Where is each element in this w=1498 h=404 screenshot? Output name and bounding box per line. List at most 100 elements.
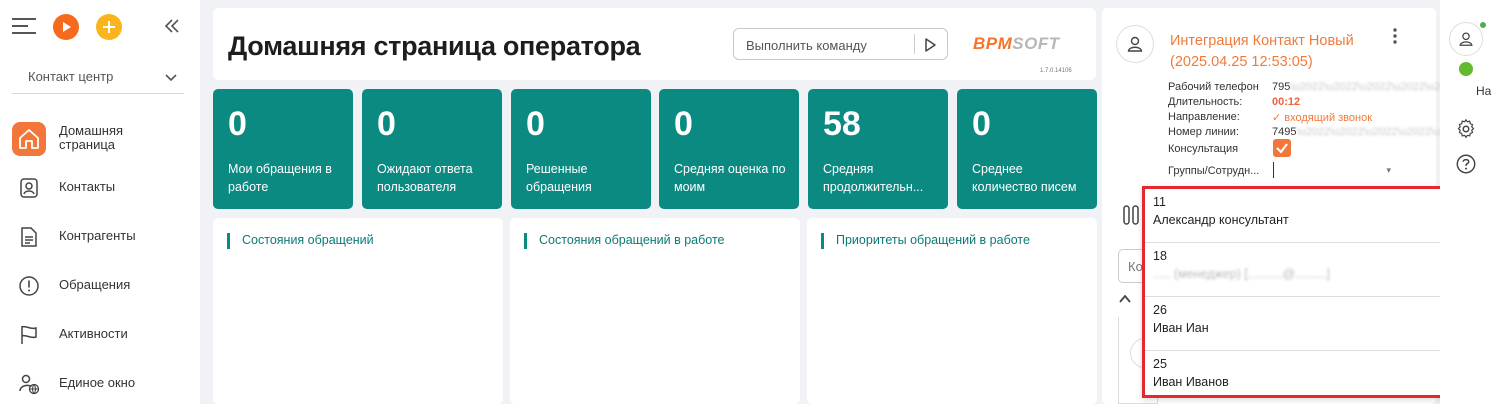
option-name: Иван Иан [1153, 321, 1209, 335]
sidebar-item-accounts[interactable]: Контрагенты [0, 216, 200, 265]
collapse-sidebar-icon[interactable] [162, 16, 182, 36]
page-title: Домашняя страница оператора [228, 31, 641, 61]
kpi-value: 0 [377, 105, 396, 143]
phone-value-text: 795 [1272, 81, 1291, 93]
command-box [733, 28, 948, 60]
widget-case-priorities: Приоритеты обращений в работе [807, 218, 1097, 404]
divider [914, 34, 915, 54]
widget-case-states: Состояния обращений [213, 218, 503, 404]
groups-lookup-input[interactable]: ▾ [1273, 162, 1395, 178]
widget-title: Состояния обращений в работе [539, 233, 725, 247]
sidebar-item-label: Контрагенты [59, 228, 136, 243]
home-icon [12, 122, 46, 156]
kpi-tiles: 0 Мои обращения в работе 0 Ожидают ответ… [213, 89, 1097, 209]
kpi-value: 0 [526, 105, 545, 143]
profile-icon[interactable] [1449, 22, 1483, 56]
line-value-text: 7495 [1272, 126, 1297, 138]
kpi-tile[interactable]: 0 Ожидают ответа пользователя [362, 89, 502, 209]
duration-value: 00:12 [1272, 96, 1301, 108]
logo-rest: SOFT [1012, 34, 1060, 53]
widget-accent-bar [821, 233, 824, 249]
kpi-value: 0 [972, 105, 991, 143]
kpi-value: 0 [674, 105, 693, 143]
page-header: Домашняя страница оператора BPMSOFT 1.7.… [213, 8, 1096, 80]
user-globe-icon [12, 367, 46, 401]
alert-circle-icon [12, 269, 46, 303]
kpi-tile[interactable]: 0 Среднее количество писем [957, 89, 1097, 209]
dropdown-arrow-icon: ▾ [1386, 165, 1391, 175]
groups-dropdown-list: 11 Александр консультант 18 ..... (менед… [1142, 186, 1481, 398]
command-input[interactable] [746, 35, 906, 55]
sidebar-item-activities[interactable]: Активности [0, 314, 200, 363]
option-name: Александр консультант [1153, 213, 1289, 227]
flag-icon [12, 318, 46, 352]
kpi-tile[interactable]: 0 Мои обращения в работе [213, 89, 353, 209]
consultation-checkbox[interactable] [1273, 139, 1291, 157]
sidebar-item-cases[interactable]: Обращения [0, 265, 200, 314]
dropdown-option[interactable]: 18 ..... (менеджер) [..........@........… [1145, 243, 1478, 297]
more-menu-icon[interactable] [1390, 26, 1400, 46]
help-icon[interactable] [1455, 153, 1477, 175]
kpi-caption: Мои обращения в работе [228, 162, 332, 194]
option-code: 26 [1153, 303, 1167, 317]
status-text: На [1476, 84, 1492, 98]
dropdown-option[interactable]: 26 Иван Иан [1145, 297, 1478, 351]
option-code: 25 [1153, 357, 1167, 371]
version-label: 1.7.0.14106 [1040, 68, 1072, 74]
kpi-tile[interactable]: 58 Средняя продолжительн... [808, 89, 948, 209]
widget-title: Приоритеты обращений в работе [836, 233, 1030, 247]
widget-case-states-in-work: Состояния обращений в работе [510, 218, 800, 404]
kpi-caption: Средняя оценка по моим [674, 162, 786, 194]
sidebar-item-label: Контакты [59, 179, 116, 194]
kpi-caption: Средняя продолжительн... [823, 162, 924, 194]
chevron-down-icon [164, 70, 178, 84]
status-indicator[interactable] [1459, 62, 1473, 76]
sidebar-item-omnichannel[interactable]: Единое окно [0, 363, 200, 404]
right-toolbar: На [1440, 0, 1498, 404]
chevron-up-icon[interactable] [1118, 292, 1132, 306]
sidebar-nav: Домашняя страница Контакты Контрагенты О… [0, 118, 200, 404]
sidebar-item-label: Обращения [59, 277, 131, 292]
run-command-icon[interactable] [920, 35, 940, 55]
call-title-line2: (2025.04.25 12:53:05) [1170, 54, 1313, 70]
play-icon[interactable] [53, 14, 79, 40]
phone-label: Рабочий телефон [1168, 81, 1259, 93]
kpi-caption: Среднее количество писем [972, 162, 1077, 194]
direction-value: ✓ входящий звонок [1272, 112, 1373, 124]
comment-input-text: Ко [1128, 259, 1143, 274]
line-label: Номер линии: [1168, 126, 1239, 138]
option-code: 18 [1153, 249, 1167, 263]
brand-logo: BPMSOFT [973, 34, 1060, 54]
plus-icon[interactable] [96, 14, 122, 40]
sidebar-item-contacts[interactable]: Контакты [0, 167, 200, 216]
call-title: Интеграция Контакт Новый (2025.04.25 12:… [1170, 31, 1395, 73]
gear-icon[interactable] [1455, 118, 1477, 140]
direction-label: Направление: [1168, 111, 1240, 123]
sidebar-item-home[interactable]: Домашняя страница [0, 118, 200, 167]
hamburger-menu-icon[interactable] [12, 16, 36, 36]
kpi-tile[interactable]: 0 Средняя оценка по моим [659, 89, 799, 209]
option-code: 11 [1153, 195, 1166, 209]
sidebar-item-label: Активности [59, 326, 128, 341]
kpi-value: 0 [228, 105, 247, 143]
groups-label: Группы/Сотрудн... [1168, 165, 1260, 177]
document-icon [12, 220, 46, 254]
widget-accent-bar [524, 233, 527, 249]
logo-accent: BPM [973, 34, 1013, 53]
sidebar-item-label: Единое окно [59, 375, 136, 390]
workspace-label: Контакт центр [28, 69, 114, 84]
widget-accent-bar [227, 233, 230, 249]
dropdown-option[interactable]: 11 Александр консультант [1145, 189, 1478, 243]
option-name: Иван Иванов [1153, 375, 1229, 389]
consultation-label: Консультация [1168, 143, 1239, 155]
kpi-tile[interactable]: 0 Решенные обращения [511, 89, 651, 209]
online-indicator [1480, 22, 1486, 28]
call-title-line1: Интеграция Контакт Новый [1170, 33, 1354, 49]
kpi-caption: Решенные обращения [526, 162, 592, 194]
contact-card-icon [12, 171, 46, 205]
workspace-select[interactable]: Контакт центр [12, 62, 184, 94]
pause-icon[interactable] [1122, 204, 1140, 226]
option-name: ..... (менеджер) [..........@.........] [1153, 267, 1330, 281]
user-icon [1116, 25, 1154, 63]
dropdown-option[interactable]: 25 Иван Иванов [1145, 351, 1478, 404]
